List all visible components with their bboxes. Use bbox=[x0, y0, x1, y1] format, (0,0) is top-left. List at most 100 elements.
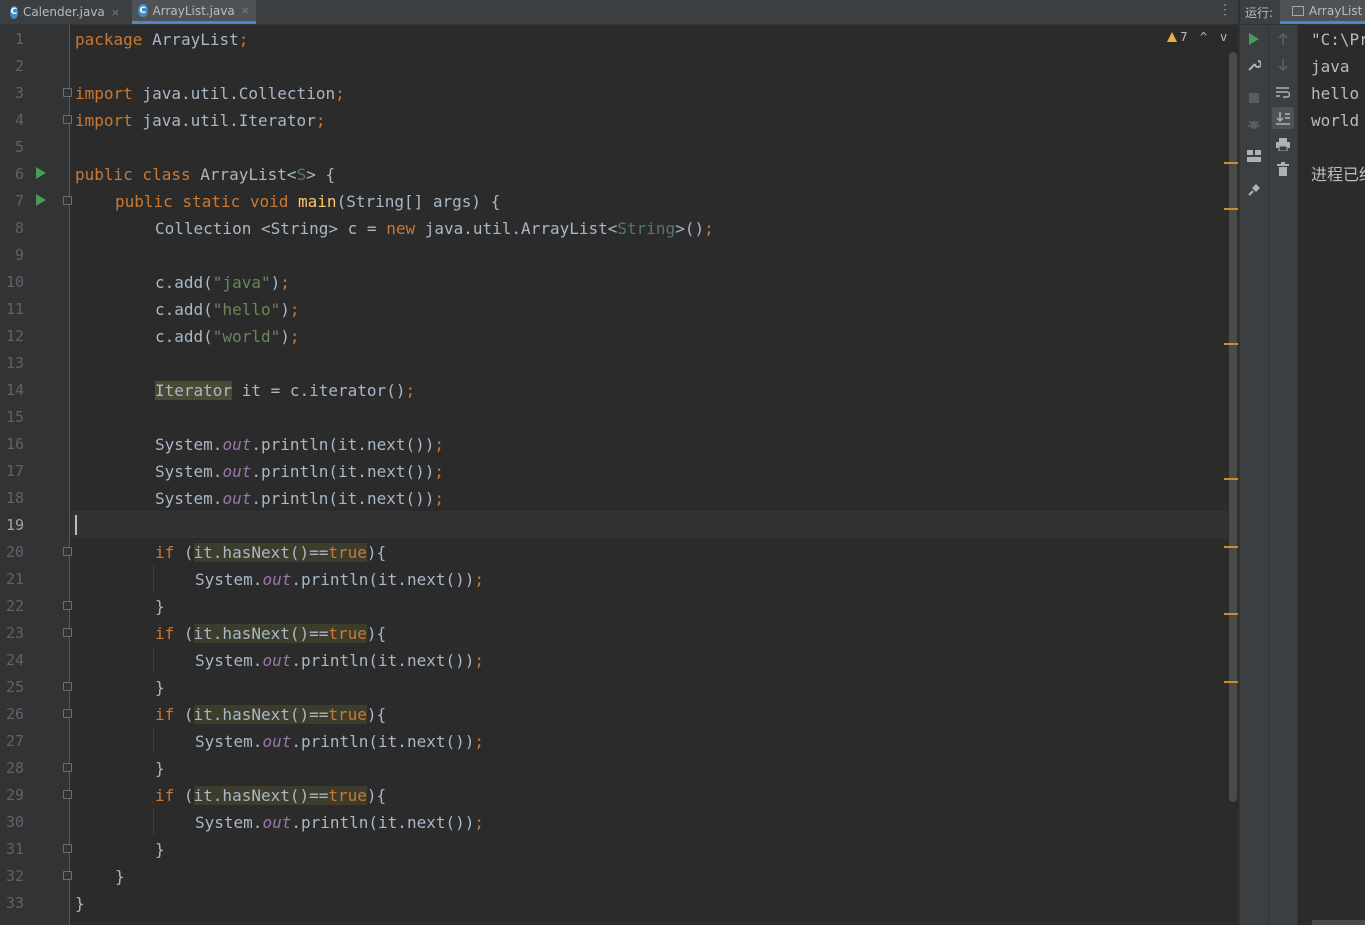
line-number: 31 bbox=[5, 840, 24, 858]
code-line-22: } bbox=[155, 597, 165, 616]
line-number: 3 bbox=[14, 84, 24, 102]
line-number: 21 bbox=[5, 570, 24, 588]
line-number: 26 bbox=[5, 705, 24, 723]
close-icon[interactable]: × bbox=[241, 4, 250, 17]
debug-icon bbox=[1245, 115, 1263, 133]
line-number: 8 bbox=[14, 219, 24, 237]
print-icon[interactable] bbox=[1274, 135, 1292, 153]
code-line-6: public class ArrayList<S> { bbox=[75, 165, 336, 184]
line-number: 32 bbox=[5, 867, 24, 885]
line-number: 14 bbox=[5, 381, 24, 399]
line-number: 22 bbox=[5, 597, 24, 615]
code-line-33: } bbox=[75, 894, 85, 913]
stop-icon bbox=[1245, 89, 1263, 107]
warning-stripe[interactable] bbox=[1224, 546, 1238, 548]
line-number: 16 bbox=[5, 435, 24, 453]
line-number: 9 bbox=[14, 246, 24, 264]
arrow-up-icon[interactable] bbox=[1274, 30, 1292, 48]
tab-label: ArrayList.java bbox=[152, 3, 235, 18]
fold-icon[interactable] bbox=[63, 628, 72, 637]
rerun-icon[interactable] bbox=[1245, 30, 1263, 48]
tab-arraylist-java[interactable]: C ArrayList.java × bbox=[132, 0, 256, 24]
line-number: 24 bbox=[5, 651, 24, 669]
pin-icon[interactable] bbox=[1245, 181, 1263, 199]
code-line-17: System.out.println(it.next()); bbox=[155, 462, 445, 481]
code-line-32: } bbox=[115, 867, 125, 886]
line-number: 17 bbox=[5, 462, 24, 480]
line-number: 29 bbox=[5, 786, 24, 804]
fold-icon[interactable] bbox=[63, 115, 72, 124]
console-line: 进程已结 bbox=[1311, 165, 1365, 184]
run-window-label: 运行: bbox=[1245, 6, 1274, 20]
fold-icon[interactable] bbox=[63, 871, 72, 880]
run-main-icon[interactable] bbox=[36, 194, 46, 206]
layout-icon[interactable] bbox=[1245, 147, 1263, 165]
console-icon bbox=[1292, 5, 1304, 16]
indent-guide bbox=[153, 808, 154, 835]
fold-icon[interactable] bbox=[63, 790, 72, 799]
next-highlight-icon[interactable]: v bbox=[1220, 30, 1227, 44]
editor-scrollbar[interactable] bbox=[1229, 52, 1237, 802]
inspection-widget[interactable]: 7 bbox=[1167, 30, 1188, 44]
code-line-20: if (it.hasNext()==true){ bbox=[155, 543, 387, 562]
fold-icon[interactable] bbox=[63, 763, 72, 772]
code-line-3: import java.util.Collection; bbox=[75, 84, 345, 103]
more-icon[interactable]: ⋮ bbox=[1218, 2, 1232, 22]
run-tab-arraylist[interactable]: ArrayList bbox=[1280, 0, 1365, 24]
line-number: 33 bbox=[5, 894, 24, 912]
indent-guide bbox=[153, 646, 154, 673]
warning-stripe[interactable] bbox=[1224, 208, 1238, 210]
warning-stripe[interactable] bbox=[1224, 681, 1238, 683]
text-caret bbox=[75, 515, 77, 535]
previous-highlight-icon[interactable]: ^ bbox=[1200, 30, 1207, 44]
code-line-29: if (it.hasNext()==true){ bbox=[155, 786, 387, 805]
soft-wrap-icon[interactable] bbox=[1274, 83, 1292, 101]
arrow-down-icon[interactable] bbox=[1274, 56, 1292, 74]
fold-icon[interactable] bbox=[63, 682, 72, 691]
code-line-24: System.out.println(it.next()); bbox=[195, 651, 485, 670]
warning-icon bbox=[1167, 32, 1177, 42]
line-number: 10 bbox=[5, 273, 24, 291]
console-scrollbar[interactable] bbox=[1312, 920, 1365, 925]
tab-label: Calender.java bbox=[22, 5, 105, 19]
run-class-icon[interactable] bbox=[36, 167, 46, 179]
fold-icon[interactable] bbox=[63, 196, 72, 205]
console-line: java bbox=[1311, 57, 1350, 76]
code-line-1: package ArrayList; bbox=[75, 30, 249, 49]
fold-icon[interactable] bbox=[63, 844, 72, 853]
code-line-16: System.out.println(it.next()); bbox=[155, 435, 445, 454]
line-number: 5 bbox=[14, 138, 24, 156]
tab-calender-java[interactable]: C Calender.java × bbox=[4, 0, 126, 24]
code-line-12: c.add("world"); bbox=[155, 327, 300, 346]
console-line: world bbox=[1311, 111, 1360, 130]
warning-stripe[interactable] bbox=[1224, 162, 1238, 164]
warning-stripe[interactable] bbox=[1224, 613, 1238, 615]
java-class-icon: C bbox=[138, 4, 148, 17]
line-number: 4 bbox=[14, 111, 24, 129]
current-line-highlight bbox=[70, 511, 1228, 538]
run-toolbar-secondary bbox=[1269, 25, 1298, 925]
code-line-23: if (it.hasNext()==true){ bbox=[155, 624, 387, 643]
warning-stripe[interactable] bbox=[1224, 478, 1238, 480]
line-number: 18 bbox=[5, 489, 24, 507]
trash-icon[interactable] bbox=[1274, 160, 1292, 178]
code-line-25: } bbox=[155, 678, 165, 697]
code-line-11: c.add("hello"); bbox=[155, 300, 300, 319]
fold-icon[interactable] bbox=[63, 547, 72, 556]
fold-icon[interactable] bbox=[63, 709, 72, 718]
close-icon[interactable]: × bbox=[111, 6, 120, 19]
fold-icon[interactable] bbox=[63, 88, 72, 97]
fold-icon[interactable] bbox=[63, 601, 72, 610]
code-line-4: import java.util.Iterator; bbox=[75, 111, 326, 130]
java-class-icon: C bbox=[10, 5, 18, 19]
scroll-to-end-icon[interactable] bbox=[1272, 107, 1294, 129]
line-number: 19 bbox=[5, 516, 24, 534]
indent-guide bbox=[153, 727, 154, 754]
warning-stripe[interactable] bbox=[1224, 343, 1238, 345]
run-toolbar-primary bbox=[1240, 25, 1269, 925]
wrench-icon[interactable] bbox=[1245, 56, 1263, 74]
line-number: 7 bbox=[14, 192, 24, 210]
run-console[interactable]: "C:\Pr java hello world 进程已结 bbox=[1298, 25, 1365, 925]
line-number: 23 bbox=[5, 624, 24, 642]
code-line-28: } bbox=[155, 759, 165, 778]
